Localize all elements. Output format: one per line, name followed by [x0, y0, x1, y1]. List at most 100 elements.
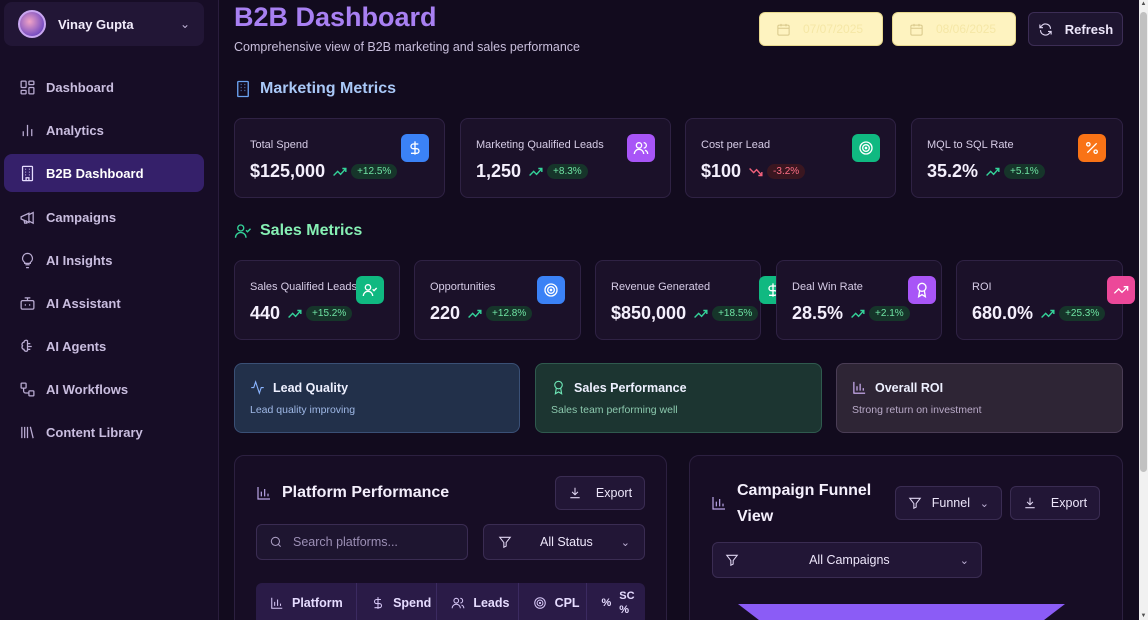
scroll-up-arrow[interactable]: ▲ [1140, 1, 1147, 7]
insight-subtitle: Strong return on investment [852, 404, 982, 416]
sales-metrics-heading: Sales Metrics [234, 222, 362, 240]
trending-up-icon [986, 167, 1000, 176]
scrollbar-thumb[interactable] [1140, 12, 1147, 472]
page-subtitle: Comprehensive view of B2B marketing and … [234, 40, 581, 54]
users-icon [627, 134, 655, 162]
section-title: Sales Metrics [260, 222, 363, 239]
bar-chart-icon [18, 121, 36, 139]
insight-sales-performance: Sales Performance Sales team performing … [535, 363, 822, 433]
metric-label: Total Spend [250, 139, 309, 151]
metric-value: 28.5% [792, 303, 844, 323]
change-badge: +12.5% [351, 164, 398, 179]
platform-performance-title: Platform Performance [256, 484, 449, 502]
download-icon [570, 487, 580, 499]
dollar-icon [374, 597, 383, 609]
trending-up-icon [468, 309, 482, 318]
target-icon [537, 276, 565, 304]
megaphone-icon [18, 208, 36, 226]
chevron-down-icon: ⌄ [959, 554, 969, 567]
column-spend[interactable]: Spend [357, 583, 438, 620]
metric-label: Deal Win Rate [792, 281, 863, 293]
percent-icon [1078, 134, 1106, 162]
workflow-icon [18, 380, 36, 398]
funnel-export-button[interactable]: Export [1010, 486, 1100, 520]
nav-item-ai-workflows[interactable]: AI Workflows [4, 370, 204, 408]
campaign-filter-select[interactable]: All Campaigns ⌄ [712, 542, 982, 578]
scroll-down-arrow[interactable]: ▼ [1140, 613, 1147, 619]
platform-search-input[interactable]: Search platforms... [256, 524, 468, 560]
date-from: 07/07/2025 [803, 22, 864, 36]
funnel-type-select[interactable]: Funnel ⌄ [895, 486, 1002, 520]
metric-value: 440 [250, 303, 281, 323]
platform-export-button[interactable]: Export [555, 476, 645, 510]
page-title: B2B Dashboard [234, 2, 437, 32]
export-label: Export [1050, 496, 1088, 510]
avatar [18, 10, 46, 38]
change-badge: +25.3% [1059, 306, 1106, 321]
metric-card: Deal Win Rate 28.5% +2.1% [776, 260, 942, 340]
change-badge: +5.1% [1004, 164, 1045, 179]
target-icon [852, 134, 880, 162]
metric-value-row: $100 -3.2% [701, 161, 806, 182]
building-icon [237, 80, 249, 98]
library-icon [18, 423, 36, 441]
trending-up-icon [1041, 309, 1055, 318]
column-platform[interactable]: Platform [256, 583, 358, 620]
column-cpl[interactable]: CPL [519, 583, 588, 620]
search-icon [270, 536, 282, 548]
bot-icon [18, 294, 36, 312]
metric-card: ROI 680.0% +25.3% [956, 260, 1135, 340]
platform-table-header: Platform Spend Leads CPL % SC % [256, 583, 645, 620]
column-label: Platform [292, 596, 343, 610]
user-menu[interactable]: Vinay Gupta ⌄ [4, 2, 204, 46]
export-label: Export [595, 486, 633, 500]
search-placeholder: Search platforms... [293, 535, 398, 549]
status-filter-select[interactable]: All Status ⌄ [483, 524, 645, 560]
nav-label: B2B Dashboard [46, 165, 144, 181]
metric-card: Cost per Lead $100 -3.2% [685, 118, 896, 198]
insight-title: Overall ROI [875, 380, 944, 395]
target-icon [533, 597, 546, 609]
activity-icon [251, 380, 264, 395]
change-badge: +2.1% [869, 306, 910, 321]
lightbulb-icon [18, 251, 36, 269]
user-check-icon [234, 224, 251, 238]
metric-card: Opportunities 220 +12.8% [414, 260, 581, 340]
download-icon [1025, 497, 1035, 509]
marketing-metrics-heading: Marketing Metrics [234, 80, 396, 98]
column-leads[interactable]: Leads [437, 583, 519, 620]
metric-value: $850,000 [611, 303, 687, 323]
nav-item-dashboard[interactable]: Dashboard [4, 68, 204, 106]
filter-icon [725, 554, 739, 567]
nav-item-ai-assistant[interactable]: AI Assistant [4, 284, 204, 322]
campaign-funnel-title: Campaign Funnel View [711, 478, 871, 530]
brain-icon [18, 337, 36, 355]
metric-label: Marketing Qualified Leads [476, 139, 604, 151]
refresh-button[interactable]: Refresh [1028, 12, 1123, 46]
nav-item-ai-insights[interactable]: AI Insights [4, 241, 204, 279]
nav-label: Content Library [46, 424, 143, 440]
chevron-down-icon: ⌄ [620, 536, 630, 549]
dollar-icon [401, 134, 429, 162]
metric-value-row: $125,000 +12.5% [250, 161, 398, 182]
nav-item-analytics[interactable]: Analytics [4, 111, 204, 149]
trending-up-icon [1107, 276, 1135, 304]
award-icon [908, 276, 936, 304]
chevron-down-icon: ⌄ [979, 497, 989, 510]
funnel-type-value: Funnel [931, 496, 970, 510]
insight-subtitle: Lead quality improving [250, 404, 356, 416]
date-from-picker[interactable]: 07/07/2025 [759, 12, 883, 46]
column-label: Leads [473, 596, 510, 610]
column-sc[interactable]: % SC % [587, 583, 645, 620]
metric-value-row: 35.2% +5.1% [927, 161, 1045, 182]
nav-item-campaigns[interactable]: Campaigns [4, 198, 204, 236]
nav-label: AI Workflows [46, 381, 129, 397]
nav-item-content-library[interactable]: Content Library [4, 413, 204, 451]
metric-card: MQL to SQL Rate 35.2% +5.1% [911, 118, 1123, 198]
date-to-picker[interactable]: 08/06/2025 [892, 12, 1016, 46]
nav-item-b2b-dashboard[interactable]: B2B Dashboard [4, 154, 204, 192]
insight-overall-roi: Overall ROI Strong return on investment [836, 363, 1123, 433]
change-badge: -3.2% [767, 164, 806, 179]
nav-item-ai-agents[interactable]: AI Agents [4, 327, 204, 365]
scrollbar[interactable]: ▲ ▼ [1139, 0, 1148, 620]
